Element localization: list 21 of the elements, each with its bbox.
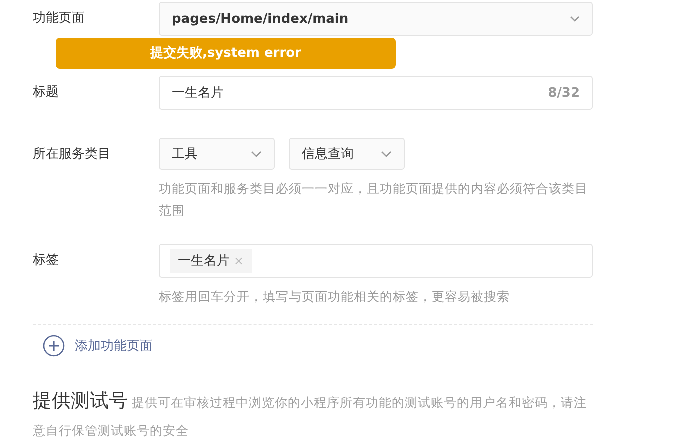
chevron-down-icon (251, 150, 262, 158)
category-select[interactable]: 信息查询 (289, 138, 405, 170)
tag-text: 一生名片 (178, 253, 230, 270)
add-page-link[interactable]: 添加功能页面 (75, 337, 153, 355)
field-label: 所在服务类目 (33, 146, 112, 164)
page-select[interactable]: pages/Home/index/main (159, 2, 593, 36)
error-toast: 提交失败,system error (56, 38, 396, 69)
field-label: 功能页面 (33, 10, 86, 28)
add-circle-icon[interactable] (43, 335, 65, 357)
tags-input[interactable]: 一生名片 × (159, 244, 593, 278)
title-input[interactable]: 一生名片 8/32 (159, 76, 593, 110)
hint-text: 功能页面和服务类目必须一一对应，且功能页面提供的内容必须符合该类目范围 (159, 180, 589, 220)
hint-text: 标签用回车分开，填写与页面功能相关的标签，更容易被搜索 (159, 288, 511, 306)
section-heading: 提供测试号 (33, 390, 128, 412)
field-label: 标题 (33, 84, 60, 102)
category-select[interactable]: 工具 (159, 138, 275, 170)
section-description: 提供测试号 提供可在审核过程中浏览你的小程序所有功能的测试账号的用户名和密码，请注意自行保管测试账号的安全 (33, 389, 588, 440)
chevron-down-icon (570, 16, 580, 22)
character-counter: 8/32 (548, 86, 580, 100)
field-label: 标签 (33, 252, 60, 270)
chevron-down-icon (381, 150, 392, 158)
